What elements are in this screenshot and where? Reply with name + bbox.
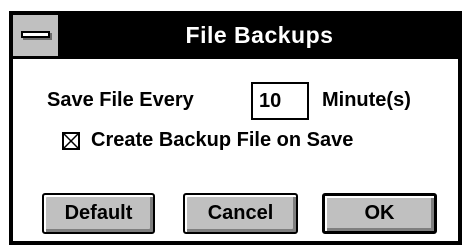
cancel-button[interactable]: Cancel (183, 193, 298, 234)
save-interval-prefix-label: Save File Every (47, 89, 194, 111)
default-button[interactable]: Default (42, 193, 155, 234)
checkmark-x-icon (64, 134, 78, 148)
dialog-title: File Backups (185, 22, 334, 48)
title-bar: File Backups (13, 15, 458, 59)
system-menu-icon (21, 31, 50, 38)
system-menu-button[interactable] (13, 15, 61, 56)
ok-button[interactable]: OK (322, 193, 437, 234)
save-interval-suffix-label: Minute(s) (322, 89, 411, 111)
create-backup-label[interactable]: Create Backup File on Save (91, 129, 353, 152)
file-backups-dialog: File Backups Save File Every 10 Minute(s… (9, 11, 462, 245)
create-backup-checkbox[interactable] (62, 132, 80, 150)
save-interval-input[interactable]: 10 (251, 82, 309, 120)
